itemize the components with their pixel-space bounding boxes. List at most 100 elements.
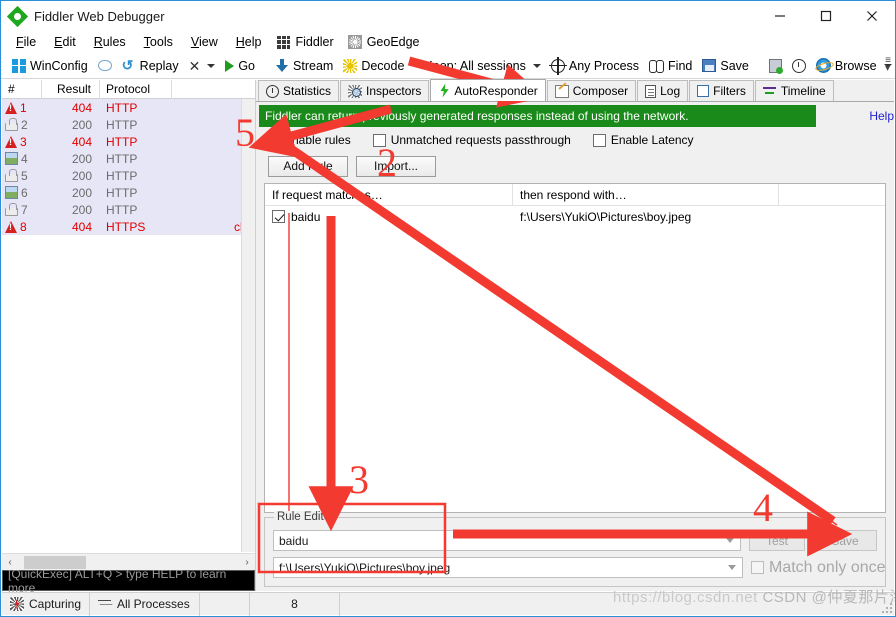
- add-rule-button[interactable]: Add Rule: [268, 155, 348, 177]
- rule-respond-value: f:\Users\YukiO\Pictures\boy.jpeg: [279, 560, 451, 575]
- status-processes[interactable]: All Processes: [90, 592, 200, 616]
- toolbar-any-process[interactable]: Any Process: [546, 56, 644, 75]
- checkbox-icon: [372, 133, 386, 147]
- menu-geoedge-plugin[interactable]: GeoEdge: [341, 33, 427, 51]
- menu-rules[interactable]: Rules: [85, 33, 135, 51]
- comment-bubble-icon: [97, 60, 112, 71]
- status-capturing[interactable]: Capturing: [2, 592, 90, 616]
- toolbar-go[interactable]: Go: [220, 58, 260, 74]
- import-button[interactable]: Import...: [356, 155, 436, 177]
- geoedge-globe-icon: [347, 35, 362, 49]
- rule-enabled-checkbox[interactable]: [272, 210, 285, 223]
- toolbar-screenshot[interactable]: [764, 58, 787, 74]
- table-row[interactable]: 5 200 HTTP: [2, 167, 255, 184]
- rules-list[interactable]: If request matches… then respond with… b…: [264, 183, 886, 513]
- table-row[interactable]: 1 404 HTTP: [2, 99, 255, 116]
- tab-timeline[interactable]: Timeline: [754, 80, 834, 101]
- session-num: 7: [21, 202, 28, 217]
- filter-square-icon: [697, 85, 710, 97]
- rule-match-input[interactable]: baidu: [273, 530, 741, 551]
- toolbar-comment[interactable]: [93, 59, 117, 72]
- fiddler-grid-icon: [277, 35, 291, 49]
- quickexec-input[interactable]: [QuickExec] ALT+Q > type HELP to learn m…: [2, 567, 255, 595]
- tab-filters[interactable]: Filters: [689, 80, 754, 101]
- toolbar-browse[interactable]: Browse: [811, 57, 895, 74]
- sessions-vertical-scrollbar[interactable]: [241, 99, 255, 552]
- warning-icon: [5, 135, 17, 148]
- toolbar-timer[interactable]: [787, 58, 811, 74]
- table-row[interactable]: 4 200 HTTP: [2, 150, 255, 167]
- replay-icon: ↺: [121, 56, 134, 73]
- toolbar-find[interactable]: Find: [644, 58, 697, 74]
- column-header-protocol[interactable]: Protocol: [100, 79, 172, 99]
- rule-respond-input[interactable]: f:\Users\YukiO\Pictures\boy.jpeg: [273, 557, 743, 578]
- tab-timeline-label: Timeline: [780, 84, 826, 98]
- toolbar-save[interactable]: Save: [697, 58, 754, 74]
- rules-header-respond[interactable]: then respond with…: [513, 183, 779, 206]
- table-row[interactable]: 2 200 HTTP: [2, 116, 255, 133]
- column-header-host[interactable]: [172, 80, 255, 99]
- rules-header-match[interactable]: If request matches…: [265, 183, 513, 206]
- menu-edit[interactable]: Edit: [45, 33, 85, 51]
- rule-extra-cell: [779, 206, 885, 228]
- tab-composer[interactable]: Composer: [546, 80, 637, 101]
- save-rule-button[interactable]: Save: [813, 530, 877, 551]
- test-button[interactable]: Test: [749, 530, 805, 551]
- menu-view[interactable]: View: [182, 33, 227, 51]
- column-header-result[interactable]: Result: [42, 79, 100, 99]
- table-row[interactable]: 6 200 HTTP: [2, 184, 255, 201]
- toolbar-decode-label: Decode: [361, 58, 405, 73]
- tab-inspectors[interactable]: Inspectors: [340, 80, 430, 101]
- chevron-down-icon[interactable]: [728, 565, 736, 570]
- menu-help-rest: elp: [244, 35, 262, 49]
- table-row[interactable]: 3 404 HTTP: [2, 133, 255, 150]
- toolbar-stream[interactable]: Stream: [270, 58, 338, 74]
- toolbar-replay[interactable]: ↺ Replay: [117, 58, 184, 74]
- scroll-right-icon[interactable]: ›: [239, 557, 255, 568]
- rule-respond-text: f:\Users\YukiO\Pictures\boy.jpeg: [520, 209, 692, 224]
- toolbar-overflow-icon[interactable]: ≡ ▾: [885, 56, 891, 74]
- scroll-left-icon[interactable]: ‹: [2, 557, 18, 568]
- lightning-bolt-icon: [440, 83, 449, 98]
- rules-list-row[interactable]: baidu f:\Users\YukiO\Pictures\boy.jpeg: [265, 206, 885, 227]
- scroll-track[interactable]: [18, 555, 239, 570]
- help-link[interactable]: Help: [869, 105, 894, 127]
- toolbar-winconfig[interactable]: WinConfig: [7, 58, 93, 74]
- enable-rules-checkbox[interactable]: Enable rules: [266, 133, 351, 147]
- close-button[interactable]: [849, 1, 895, 31]
- column-header-num[interactable]: #: [2, 79, 42, 99]
- tab-autoresponder[interactable]: AutoResponder: [430, 79, 546, 101]
- sessions-body[interactable]: 1 404 HTTP 2 200 HTTP 3 404 HTTP: [2, 99, 255, 553]
- menu-file[interactable]: File: [7, 33, 45, 51]
- chevron-down-icon[interactable]: [726, 538, 734, 543]
- table-row[interactable]: 8 404 HTTPS clie: [2, 218, 255, 235]
- minimize-button[interactable]: [757, 1, 803, 31]
- match-only-once-checkbox[interactable]: Match only once: [751, 559, 886, 577]
- menu-fiddler-plugin[interactable]: Fiddler: [270, 33, 340, 51]
- binoculars-find-icon: [649, 59, 665, 73]
- table-row[interactable]: 7 200 HTTP: [2, 201, 255, 218]
- menu-help[interactable]: Help: [227, 33, 271, 51]
- unmatched-passthrough-checkbox[interactable]: Unmatched requests passthrough: [372, 133, 571, 147]
- sessions-horizontal-scrollbar[interactable]: ‹ ›: [2, 553, 255, 570]
- toolbar-winconfig-label: WinConfig: [30, 58, 88, 73]
- toolbar-remove[interactable]: ✕: [184, 58, 221, 74]
- resize-grip[interactable]: [880, 601, 892, 613]
- clock-statistics-icon: [266, 84, 279, 98]
- toolbar-keep-sessions[interactable]: Keep: All sessions: [419, 58, 545, 74]
- session-result: 404: [71, 100, 92, 115]
- maximize-button[interactable]: [803, 1, 849, 31]
- session-num: 2: [21, 117, 28, 132]
- menu-tools[interactable]: Tools: [135, 33, 182, 51]
- tab-log[interactable]: Log: [637, 80, 689, 101]
- toolbar-keep-label: Keep: All sessions: [424, 58, 526, 73]
- tab-statistics-label: Statistics: [283, 84, 332, 98]
- rules-header-extra[interactable]: [779, 184, 885, 206]
- status-message: [340, 593, 894, 616]
- tab-statistics[interactable]: Statistics: [258, 80, 340, 101]
- session-result: 404: [71, 219, 92, 234]
- menu-edit-rest: dit: [62, 35, 76, 49]
- scroll-thumb[interactable]: [24, 555, 86, 569]
- enable-latency-checkbox[interactable]: Enable Latency: [592, 133, 694, 147]
- toolbar-decode[interactable]: Decode: [338, 58, 409, 74]
